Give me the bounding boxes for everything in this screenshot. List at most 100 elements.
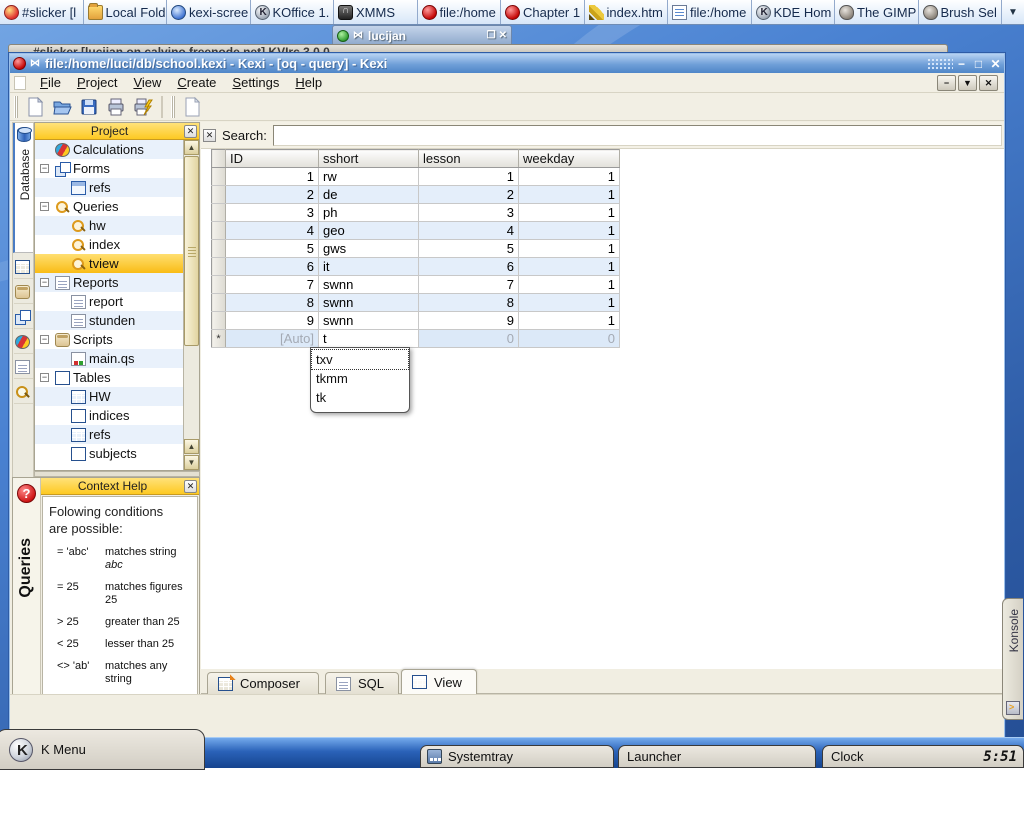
new-object-button[interactable] [180,95,204,119]
editing-cell[interactable]: t [319,330,419,348]
sidebar-tab-calculations[interactable] [14,330,33,354]
table-row[interactable]: 4geo41 [212,222,620,240]
toolbar-handle[interactable] [14,96,18,118]
insert-row[interactable]: * [Auto] t 0 0 [212,330,620,348]
taskbar-item-index-htm[interactable]: index.htm [585,0,669,24]
sidebar-tab-queries[interactable] [14,380,33,404]
mdi-close-button[interactable]: ✕ [979,75,998,91]
corner-header[interactable] [212,150,226,168]
close-button[interactable]: ✕ [499,30,507,41]
tree-item-hw-table[interactable]: HW [35,387,183,406]
taskbar-item-brush-select[interactable]: Brush Sel [919,0,1003,24]
insert-row-marker[interactable]: * [212,330,226,348]
taskbar-item-kexi-screen[interactable]: kexi-scree [167,0,251,24]
table-row[interactable]: 1rw11 [212,168,620,186]
scroll-down-button[interactable]: ▼ [184,455,199,470]
save-button[interactable] [77,95,101,119]
scrollbar-thumb[interactable] [184,156,199,346]
tab-sql[interactable]: SQL [325,672,399,694]
collapse-icon[interactable]: − [40,373,49,382]
dropdown-item[interactable]: tk [312,388,408,407]
menubar-handle[interactable] [14,76,26,90]
taskbar-item-local-folder[interactable]: Local Fold [84,0,168,24]
context-help-side-tab[interactable]: Queries [17,538,35,598]
table-row[interactable]: 2de21 [212,186,620,204]
taskbar-item-koffice[interactable]: KOffice 1. [251,0,335,24]
sidebar-tab-database[interactable]: Database [13,123,33,253]
scroll-up-button[interactable]: ▲ [184,439,199,454]
tab-composer[interactable]: Composer [207,672,319,694]
menu-view[interactable]: View [125,75,169,90]
table-row[interactable]: 7swnn71 [212,276,620,294]
context-help-header[interactable]: Context Help ✕ [41,478,199,495]
tree-item-hw-query[interactable]: hw [35,216,183,235]
new-file-button[interactable] [23,95,47,119]
sidebar-tab-reports[interactable] [14,355,33,379]
mdi-minimize-button[interactable]: − [937,75,956,91]
tree-scrollbar[interactable]: ▲ ▲ ▼ [183,140,199,470]
tree-item-forms[interactable]: −Forms [35,159,183,178]
tree-item-reports[interactable]: −Reports [35,273,183,292]
search-close-icon[interactable]: ✕ [203,129,216,142]
table-row[interactable]: 9swnn91 [212,312,620,330]
tree-item-tables[interactable]: −Tables [35,368,183,387]
menu-create[interactable]: Create [169,75,224,90]
table-row[interactable]: 6it61 [212,258,620,276]
collapse-icon[interactable]: − [40,335,49,344]
project-panel-header[interactable]: Project ✕ [35,123,199,140]
restore-button[interactable]: ❐ [487,30,496,41]
taskbar-item-file-home-2[interactable]: file:/home [668,0,752,24]
tree-item-stunden[interactable]: stunden [35,311,183,330]
column-header-lesson[interactable]: lesson [419,150,519,168]
toolbar-handle[interactable] [171,96,175,118]
column-header-id[interactable]: ID [226,150,319,168]
table-row[interactable]: 3ph31 [212,204,620,222]
menu-help[interactable]: Help [287,75,330,90]
collapse-icon[interactable]: − [40,202,49,211]
taskbar-item-xmms[interactable]: XMMS [334,0,418,24]
maximize-button[interactable]: □ [970,57,987,71]
tree-item-refs-form[interactable]: refs [35,178,183,197]
auto-id-cell[interactable]: [Auto] [226,330,319,348]
tab-view-active[interactable]: View [401,669,477,694]
dropdown-item[interactable]: tkmm [312,369,408,388]
kexi-titlebar[interactable]: ⋈ file:/home/luci/db/school.kexi - Kexi … [10,54,1004,73]
scroll-up-button[interactable]: ▲ [184,140,199,155]
tree-item-subjects-table[interactable]: subjects [35,444,183,463]
tree-item-scripts[interactable]: −Scripts [35,330,183,349]
dropdown-item[interactable]: txv [312,350,408,369]
minimize-button[interactable]: − [953,57,970,71]
tree-item-calculations[interactable]: Calculations [35,140,183,159]
tree-item-refs-table[interactable]: refs [35,425,183,444]
taskbar-item-chapter[interactable]: Chapter 1 [501,0,585,24]
sidebar-tab-tables[interactable] [14,255,33,279]
column-header-weekday[interactable]: weekday [519,150,620,168]
taskbar-item-kde-home[interactable]: KDE Hom [752,0,836,24]
tree-item-report[interactable]: report [35,292,183,311]
clock-applet[interactable]: Clock 5:51 [822,745,1024,768]
pin-icon[interactable]: ⋈ [353,30,363,41]
menu-project[interactable]: Project [69,75,125,90]
mdi-restore-button[interactable]: ▼ [958,75,977,91]
taskbar-item-slicker[interactable]: #slicker [l [0,0,84,24]
tree-item-main-qs[interactable]: main.qs [35,349,183,368]
open-file-button[interactable] [50,95,74,119]
quick-print-button[interactable] [131,95,155,119]
taskbar-item-file-home[interactable]: file:/home [418,0,502,24]
systemtray-applet[interactable]: Systemtray [420,745,614,768]
sidebar-tab-forms[interactable] [14,305,33,329]
sidebar-tab-scripts[interactable] [14,280,33,304]
pin-icon[interactable]: ⋈ [30,58,40,69]
close-icon[interactable]: ✕ [184,125,197,138]
column-header-sshort[interactable]: sshort [319,150,419,168]
launcher-applet[interactable]: Launcher [618,745,816,768]
menu-settings[interactable]: Settings [224,75,287,90]
table-row[interactable]: 5gws51 [212,240,620,258]
tree-item-tview-query-selected[interactable]: tview [35,254,183,273]
collapse-icon[interactable]: − [40,278,49,287]
konsole-side-tab[interactable]: Konsole [1002,598,1023,720]
tree-item-index-query[interactable]: index [35,235,183,254]
close-icon[interactable]: ✕ [184,480,197,493]
lucijan-window-titlebar[interactable]: ⋈ lucijan ❐✕ [332,25,512,45]
tree-item-queries[interactable]: −Queries [35,197,183,216]
